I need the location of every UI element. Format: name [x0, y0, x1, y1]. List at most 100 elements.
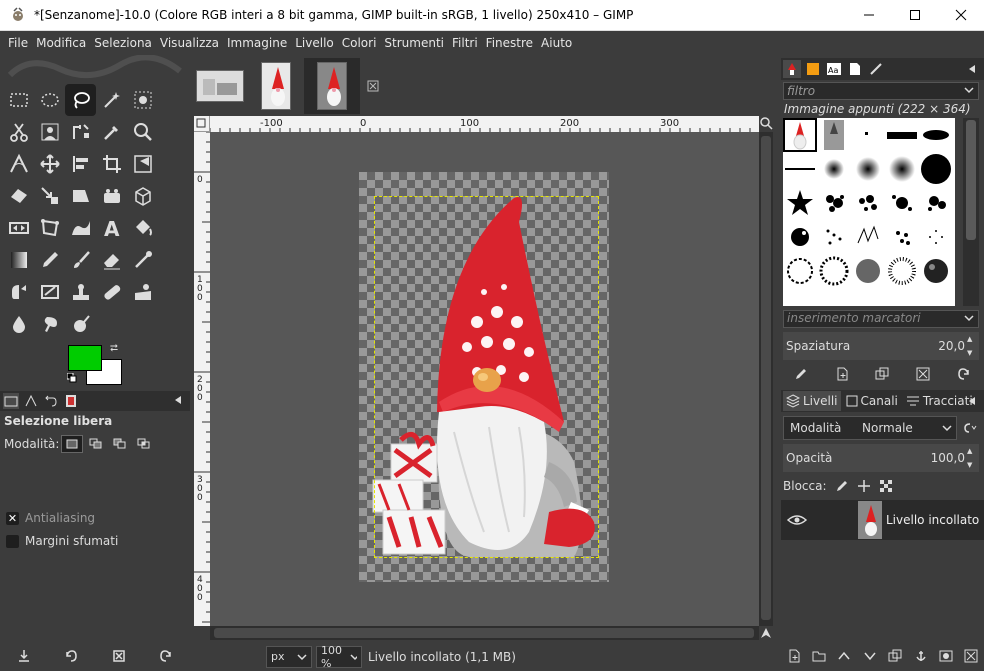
brush-scrollbar[interactable] — [963, 118, 979, 306]
smudge-tool[interactable] — [34, 308, 65, 340]
brush-soft-medium[interactable] — [851, 152, 885, 186]
dodge-burn-tool[interactable] — [65, 308, 96, 340]
navigate-button[interactable] — [759, 626, 773, 640]
maximize-button[interactable] — [892, 0, 938, 31]
brush-hard-circle[interactable] — [919, 152, 953, 186]
layer-mode-reset-button[interactable] — [957, 416, 981, 440]
duplicate-layer-icon[interactable] — [888, 649, 902, 663]
restore-options-icon[interactable] — [64, 649, 78, 663]
spin-down-icon[interactable]: ▼ — [967, 346, 977, 360]
lock-alpha-icon[interactable] — [879, 479, 893, 493]
unit-selector[interactable]: px — [266, 645, 312, 668]
layer-mask-icon[interactable] — [939, 649, 953, 663]
warp-transform-tool[interactable] — [3, 180, 34, 212]
brush-pixel[interactable] — [851, 118, 885, 152]
menu-strumenti[interactable]: Strumenti — [380, 36, 448, 50]
zoom-selector[interactable]: 100 % — [316, 644, 362, 670]
brush-line[interactable] — [783, 152, 817, 186]
spin-up-icon[interactable]: ▲ — [967, 444, 977, 458]
menu-aiuto[interactable]: Aiuto — [537, 36, 576, 50]
brush-grunge-4[interactable] — [885, 220, 919, 254]
text-tool[interactable]: A — [96, 212, 127, 244]
menu-file[interactable]: File — [4, 36, 32, 50]
patterns-tab[interactable] — [804, 60, 822, 78]
cage-transform-tool[interactable] — [34, 212, 65, 244]
lock-pixels-icon[interactable] — [835, 479, 849, 493]
brush-texture-1[interactable] — [783, 254, 817, 288]
handle-transform-tool[interactable] — [34, 180, 65, 212]
flip-tool[interactable] — [3, 212, 34, 244]
menu-colori[interactable]: Colori — [338, 36, 381, 50]
undo-history-tab[interactable] — [43, 393, 59, 409]
brush-scroll-thumb[interactable] — [966, 120, 976, 240]
new-layer-group-icon[interactable] — [812, 649, 826, 663]
brush-block-02[interactable] — [919, 118, 953, 152]
heal-tool[interactable] — [96, 276, 127, 308]
ink-tool[interactable] — [3, 276, 34, 308]
mypaint-brush-tool[interactable] — [34, 276, 65, 308]
menu-modifica[interactable]: Modifica — [32, 36, 90, 50]
brush-star[interactable] — [783, 186, 817, 220]
brush-block-01[interactable] — [885, 118, 919, 152]
vertical-scrollbar[interactable] — [759, 132, 773, 626]
panel-menu-icon[interactable] — [172, 394, 184, 406]
brush-texture-3[interactable] — [851, 254, 885, 288]
save-options-icon[interactable] — [17, 649, 31, 663]
tab-paths[interactable]: Tracciati — [903, 391, 976, 411]
brush-grunge-3[interactable] — [851, 220, 885, 254]
move-tool[interactable] — [34, 148, 65, 180]
mode-subtract-button[interactable] — [109, 435, 131, 453]
brush-tag-entry[interactable]: inserimento marcatori — [783, 310, 979, 328]
menu-immagine[interactable]: Immagine — [223, 36, 291, 50]
document-history-tab[interactable] — [846, 60, 864, 78]
minimize-button[interactable] — [846, 0, 892, 31]
brush-splatter-1[interactable] — [817, 186, 851, 220]
device-status-tab[interactable] — [23, 393, 39, 409]
blur-sharpen-tool[interactable] — [3, 308, 34, 340]
perspective-clone-tool[interactable] — [127, 276, 158, 308]
paintbrush-tool[interactable] — [65, 244, 96, 276]
brush-grunge-1[interactable] — [783, 220, 817, 254]
layer-mode-combo[interactable]: Modalità Normale — [783, 416, 958, 440]
layer-visibility-toggle[interactable] — [781, 514, 813, 526]
anchor-layer-icon[interactable] — [914, 649, 928, 663]
brush-texture-5[interactable] — [919, 254, 953, 288]
images-tab[interactable] — [63, 393, 79, 409]
eraser-tool[interactable] — [96, 244, 127, 276]
swap-colors-icon[interactable]: ⮂ — [110, 343, 118, 354]
delete-options-icon[interactable] — [112, 649, 126, 663]
duplicate-brush-icon[interactable] — [875, 367, 889, 381]
horizontal-scrollbar[interactable] — [210, 626, 759, 640]
spacing-spinner[interactable]: ▲ ▼ — [967, 332, 977, 360]
spin-up-icon[interactable]: ▲ — [967, 332, 977, 346]
brush-filter-combo[interactable]: filtro — [783, 82, 979, 100]
mode-intersect-button[interactable] — [133, 435, 155, 453]
perspective-tool[interactable] — [65, 180, 96, 212]
layer-name[interactable]: Livello incollato — [886, 513, 979, 527]
ellipse-select-tool[interactable] — [34, 84, 65, 116]
menu-visualizza[interactable]: Visualizza — [156, 36, 223, 50]
select-by-color-tool[interactable] — [127, 84, 158, 116]
brush-spacing-slider[interactable]: Spaziatura 20,0 ▲ ▼ — [783, 332, 979, 360]
menu-livello[interactable]: Livello — [291, 36, 338, 50]
brush-grunge-5[interactable] — [919, 220, 953, 254]
rect-select-tool[interactable] — [3, 84, 34, 116]
layer-row[interactable]: Livello incollato — [781, 500, 984, 540]
lock-position-icon[interactable] — [857, 479, 871, 493]
close-image-tab-button[interactable] — [360, 58, 386, 114]
edit-brush-icon[interactable] — [794, 367, 808, 381]
horizontal-scroll-thumb[interactable] — [214, 628, 754, 638]
fuzzy-select-tool[interactable] — [96, 84, 127, 116]
bucket-fill-tool[interactable] — [127, 212, 158, 244]
image-tab-3[interactable] — [304, 58, 360, 114]
brush-soft-large[interactable] — [885, 152, 919, 186]
brush-grunge-2[interactable] — [817, 220, 851, 254]
delete-brush-icon[interactable] — [916, 367, 930, 381]
delete-layer-icon[interactable] — [964, 649, 978, 663]
new-brush-icon[interactable] — [835, 367, 849, 381]
brush-splatter-3[interactable] — [885, 186, 919, 220]
cube-tool[interactable] — [127, 180, 158, 212]
tab-layers[interactable]: Livelli — [783, 391, 841, 411]
airbrush-tool[interactable] — [127, 244, 158, 276]
tab-channels[interactable]: Canali — [843, 391, 901, 411]
